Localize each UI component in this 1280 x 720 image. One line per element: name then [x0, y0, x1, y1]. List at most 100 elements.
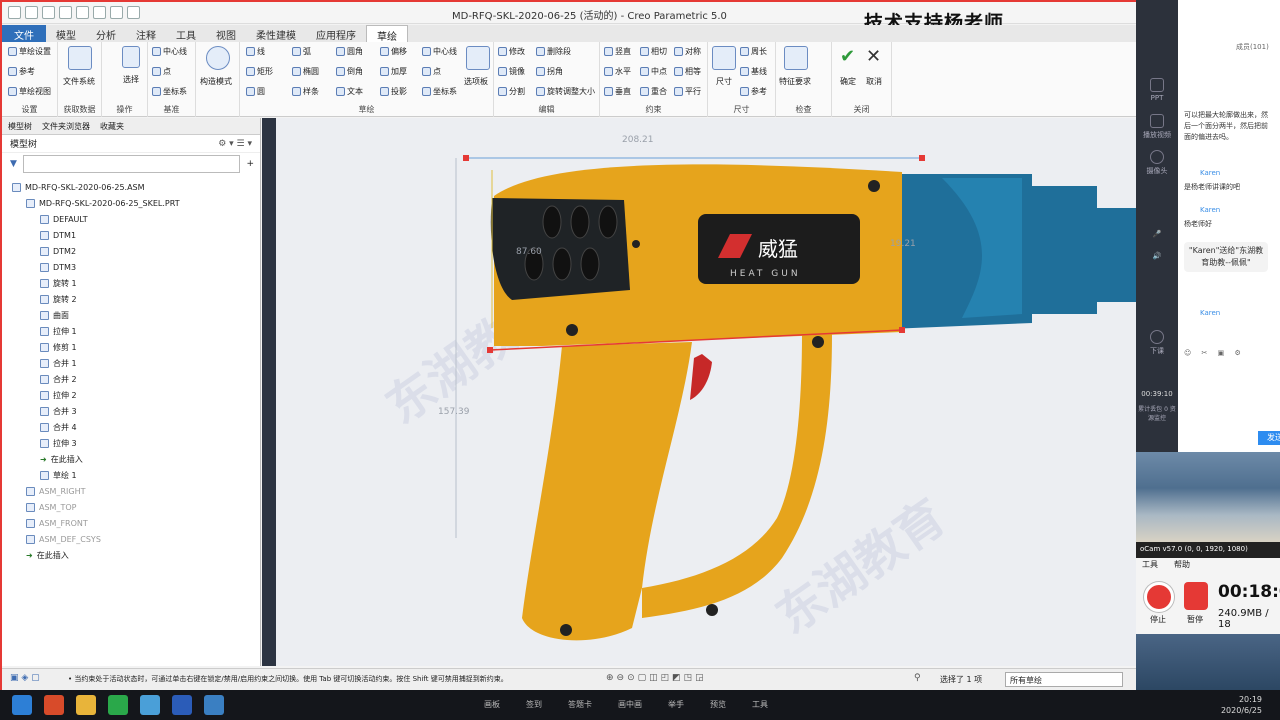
- tree-node[interactable]: 草绘 1: [2, 467, 260, 483]
- panel-tab-favorites[interactable]: 收藏夹: [100, 120, 124, 132]
- tree-node[interactable]: 合并 1: [2, 355, 260, 371]
- dimension-label[interactable]: 208.21: [622, 135, 654, 145]
- baseline-button[interactable]: 基线: [740, 66, 767, 77]
- dimension-icon[interactable]: [712, 46, 736, 70]
- feature-requirements-button[interactable]: 特征要求: [779, 76, 811, 87]
- tree-node[interactable]: 旋转 2: [2, 291, 260, 307]
- tree-node[interactable]: MD-RFQ-SKL-2020-06-25_SKEL.PRT: [2, 195, 260, 211]
- palette-icon[interactable]: [466, 46, 490, 70]
- chat-tools-icons[interactable]: ☺ ✂ ▣ ⚙: [1184, 348, 1245, 359]
- tool-answer-card[interactable]: 答题卡: [568, 699, 592, 710]
- status-icons[interactable]: ▣ ◈ ▢: [10, 673, 40, 683]
- cancel-x-icon[interactable]: ✕: [866, 46, 881, 67]
- panel-tab-model-tree[interactable]: 模型树: [8, 120, 32, 132]
- app-icon-2[interactable]: [140, 695, 160, 715]
- datum-point-button[interactable]: 点: [152, 66, 171, 77]
- references-button[interactable]: 参考: [8, 66, 35, 77]
- datum-csys-button[interactable]: 坐标系: [152, 86, 187, 97]
- sketch-handle[interactable]: [463, 155, 469, 161]
- tree-node[interactable]: ASM_DEF_CSYS: [2, 531, 260, 547]
- mic-icon[interactable]: 🎤: [1136, 230, 1178, 238]
- offset-button[interactable]: 偏移: [380, 46, 407, 57]
- rectangle-button[interactable]: 矩形: [246, 66, 273, 77]
- word-icon[interactable]: [172, 695, 192, 715]
- tangent-constraint-button[interactable]: 相切: [640, 46, 667, 57]
- tab-model[interactable]: 模型: [46, 25, 86, 42]
- tree-settings-icon[interactable]: ⚙ ▾ ☰ ▾: [218, 139, 252, 149]
- tree-node[interactable]: DTM1: [2, 227, 260, 243]
- pause-button[interactable]: [1184, 582, 1208, 610]
- tree-node[interactable]: 拉伸 3: [2, 435, 260, 451]
- vertical-constraint-button[interactable]: 竖直: [604, 46, 631, 57]
- divide-button[interactable]: 分割: [498, 86, 525, 97]
- open-icon[interactable]: [42, 6, 55, 19]
- dimension-label[interactable]: 87.60: [516, 247, 542, 257]
- new-icon[interactable]: [25, 6, 38, 19]
- feature-requirements-icon[interactable]: [784, 46, 808, 70]
- arc-button[interactable]: 弧: [292, 46, 311, 57]
- modify-button[interactable]: 修改: [498, 46, 525, 57]
- thicken-button[interactable]: 加厚: [380, 66, 407, 77]
- corner-button[interactable]: 拐角: [536, 66, 563, 77]
- coincident-constraint-button[interactable]: 重合: [640, 86, 667, 97]
- cancel-button[interactable]: 取消: [866, 76, 882, 87]
- line-button[interactable]: 线: [246, 46, 265, 57]
- tab-sketch[interactable]: 草绘: [366, 25, 408, 43]
- tool-board[interactable]: 画板: [484, 699, 500, 710]
- sketch-csys-button[interactable]: 坐标系: [422, 86, 457, 97]
- delete-segment-button[interactable]: 删除段: [536, 46, 571, 57]
- spline-button[interactable]: 样条: [292, 86, 319, 97]
- tab-annotate[interactable]: 注释: [126, 25, 166, 42]
- play-video-button[interactable]: 播放视频: [1136, 114, 1178, 140]
- tree-node[interactable]: 旋转 1: [2, 275, 260, 291]
- binoculars-icon[interactable]: ⚲: [914, 673, 921, 683]
- chamfer-button[interactable]: 倒角: [336, 66, 363, 77]
- tree-node[interactable]: ➜ 在此插入: [2, 547, 260, 563]
- save-icon[interactable]: [59, 6, 72, 19]
- select-button[interactable]: 选择: [123, 74, 139, 85]
- tree-node[interactable]: 拉伸 2: [2, 387, 260, 403]
- sketch-centerline-button[interactable]: 中心线: [422, 46, 457, 57]
- ok-button[interactable]: 确定: [840, 76, 856, 87]
- reference-dim-button[interactable]: 参考: [740, 86, 767, 97]
- tab-analysis[interactable]: 分析: [86, 25, 126, 42]
- tree-node[interactable]: 曲面: [2, 307, 260, 323]
- panel-tab-folder-browser[interactable]: 文件夹浏览器: [42, 120, 90, 132]
- equal-constraint-button[interactable]: 相等: [674, 66, 701, 77]
- midpoint-constraint-button[interactable]: 中点: [640, 66, 667, 77]
- tree-node[interactable]: DEFAULT: [2, 211, 260, 227]
- palette-button[interactable]: 选项板: [464, 76, 488, 87]
- project-button[interactable]: 投影: [380, 86, 407, 97]
- tab-tools[interactable]: 工具: [166, 25, 206, 42]
- tool-raise-hand[interactable]: 举手: [668, 699, 684, 710]
- speaker-icon[interactable]: 🔊: [1136, 252, 1178, 260]
- sketch-handle[interactable]: [899, 327, 905, 333]
- parallel-constraint-button[interactable]: 平行: [674, 86, 701, 97]
- tool-tools[interactable]: 工具: [752, 699, 768, 710]
- tree-node[interactable]: 合并 2: [2, 371, 260, 387]
- fillet-button[interactable]: 圆角: [336, 46, 363, 57]
- end-class-button[interactable]: 下课: [1136, 330, 1178, 356]
- ellipse-button[interactable]: 椭圆: [292, 66, 319, 77]
- symmetric-constraint-button[interactable]: 对称: [674, 46, 701, 57]
- tree-node[interactable]: 合并 3: [2, 403, 260, 419]
- construction-mode-icon[interactable]: [206, 46, 230, 70]
- start-icon[interactable]: [12, 695, 32, 715]
- file-system-icon[interactable]: [68, 46, 92, 70]
- perimeter-button[interactable]: 周长: [740, 46, 767, 57]
- filter-icon[interactable]: ▼: [10, 159, 17, 169]
- sketch-view-button[interactable]: 草绘视图: [8, 86, 51, 97]
- redo-icon[interactable]: [93, 6, 106, 19]
- tree-node[interactable]: 修剪 1: [2, 339, 260, 355]
- ocam-menu-help[interactable]: 帮助: [1174, 559, 1190, 571]
- tab-applications[interactable]: 应用程序: [306, 25, 366, 42]
- tree-node[interactable]: 合并 4: [2, 419, 260, 435]
- wechat-icon[interactable]: [108, 695, 128, 715]
- tree-node[interactable]: ASM_FRONT: [2, 515, 260, 531]
- graphics-window[interactable]: 东湖教育 东湖教育 威猛 HEAT GUN 208.21 87.60 19.21…: [262, 118, 1136, 666]
- select-arrow-icon[interactable]: [122, 46, 140, 68]
- close-window-icon[interactable]: [127, 6, 140, 19]
- tree-search-input[interactable]: [22, 155, 241, 173]
- rotate-resize-button[interactable]: 旋转调整大小: [536, 86, 595, 97]
- folder-icon[interactable]: [76, 695, 96, 715]
